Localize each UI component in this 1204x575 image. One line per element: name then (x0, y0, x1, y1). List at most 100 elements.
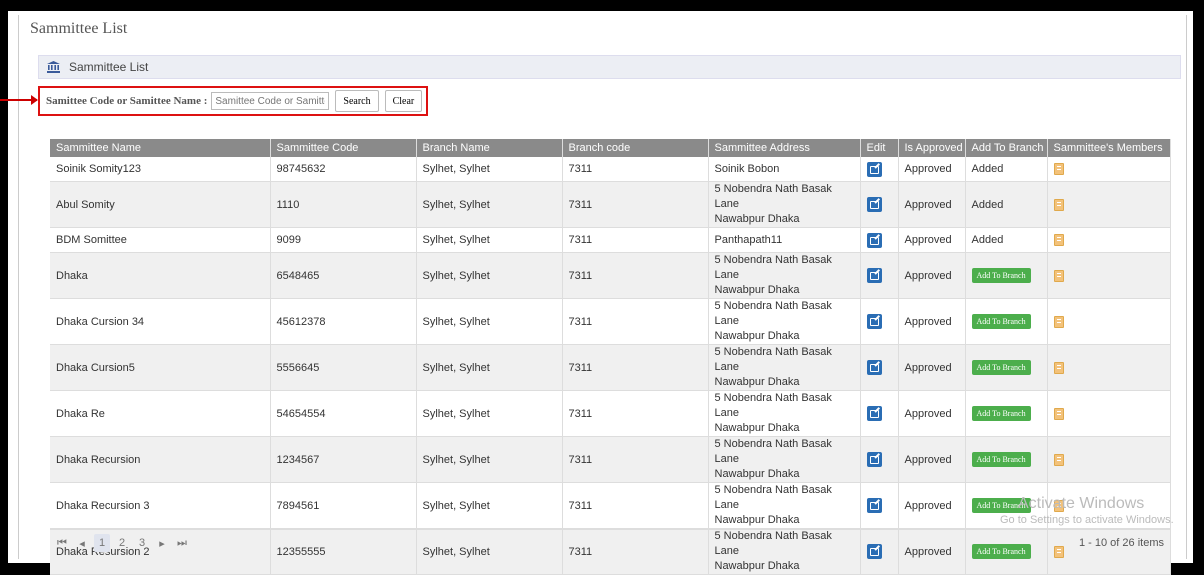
cell-name: Dhaka (50, 252, 271, 299)
address-line: Nawabpur Dhaka (714, 468, 800, 480)
cell-address: 5 Nobendra Nath Basak Lane Nawabpur Dhaka (708, 181, 861, 228)
next-page-icon[interactable]: ▸ (154, 534, 170, 552)
prev-page-icon[interactable]: ◂ (74, 534, 90, 552)
add-to-branch-button[interactable]: Add To Branch (971, 452, 1031, 467)
cell-name: Dhaka Cursion 34 (50, 298, 271, 345)
annotation-arrow-head (31, 95, 38, 105)
breadcrumb-label: Sammittee List (69, 60, 149, 74)
address-line: 5 Nobendra Nath Basak Lane (714, 300, 832, 327)
cell-edit (860, 181, 899, 228)
column-header[interactable]: Add To Branch (965, 139, 1048, 157)
search-input[interactable] (211, 92, 330, 110)
clipboard-icon[interactable] (1053, 269, 1064, 282)
address-line: 5 Nobendra Nath Basak Lane (714, 484, 832, 511)
column-header[interactable]: Edit (860, 139, 899, 157)
address-line: Panthapath11 (714, 233, 783, 246)
edit-icon[interactable] (866, 452, 882, 467)
last-page-icon[interactable]: ⏭ (174, 534, 190, 552)
page-link[interactable]: 2 (114, 534, 130, 552)
add-to-branch-button[interactable]: Add To Branch (971, 268, 1031, 283)
clipboard-icon[interactable] (1053, 315, 1064, 328)
cell-members (1047, 436, 1171, 483)
address-line: Nawabpur Dhaka (714, 213, 800, 225)
table-row: Dhaka Re 54654554 Sylhet, Sylhet 7311 5 … (50, 390, 1171, 437)
table-row: BDM Somittee 9099 Sylhet, Sylhet 7311 Pa… (50, 227, 1171, 253)
column-header[interactable]: Branch code (562, 139, 709, 157)
cell-members (1047, 227, 1171, 253)
address-line: Soinik Bobon (714, 162, 780, 175)
edit-icon[interactable] (866, 232, 882, 248)
edit-icon[interactable] (866, 406, 882, 421)
cell-approved: Approved (898, 436, 966, 483)
column-header[interactable]: Sammittee Code (270, 139, 417, 157)
clipboard-icon[interactable] (1053, 234, 1064, 247)
cell-approved: Approved (898, 227, 966, 253)
edit-icon[interactable] (866, 360, 882, 375)
clipboard-icon[interactable] (1053, 407, 1064, 420)
add-to-branch-button[interactable]: Add To Branch (971, 314, 1031, 329)
cell-edit (860, 390, 899, 437)
cell-branch-code: 7311 (562, 390, 709, 437)
first-page-icon[interactable]: ⏮ (54, 534, 70, 552)
cell-code: 1234567 (270, 436, 417, 483)
cell-edit (860, 252, 899, 299)
table-row: Abul Somity 1110 Sylhet, Sylhet 7311 5 N… (50, 181, 1171, 228)
added-status: Added (971, 198, 1004, 211)
address-line: Nawabpur Dhaka (714, 376, 800, 388)
cell-members (1047, 181, 1171, 228)
clipboard-icon[interactable] (1053, 198, 1064, 211)
cell-approved: Approved (898, 344, 966, 391)
edit-icon[interactable] (866, 161, 882, 177)
edit-icon[interactable] (866, 197, 882, 212)
cell-branch: Sylhet, Sylhet (416, 482, 563, 529)
cell-branch: Sylhet, Sylhet (416, 390, 563, 437)
edit-icon[interactable] (866, 498, 882, 513)
cell-approved: Approved (898, 298, 966, 345)
clipboard-icon[interactable] (1053, 163, 1064, 176)
search-label: Samittee Code or Samittee Name : (46, 95, 208, 107)
column-header[interactable]: Branch Name (416, 139, 563, 157)
table-row: Dhaka 6548465 Sylhet, Sylhet 7311 5 Nobe… (50, 252, 1171, 299)
edit-icon[interactable] (866, 314, 882, 329)
cell-code: 7894561 (270, 482, 417, 529)
address-line: 5 Nobendra Nath Basak Lane (714, 438, 832, 465)
clipboard-icon[interactable] (1053, 453, 1064, 466)
address-line: Nawabpur Dhaka (714, 422, 800, 434)
cell-code: 6548465 (270, 252, 417, 299)
windows-watermark-subtitle: Go to Settings to activate Windows. (1000, 514, 1174, 526)
clipboard-icon[interactable] (1053, 361, 1064, 374)
add-to-branch-button[interactable]: Add To Branch (971, 360, 1031, 375)
cell-members (1047, 344, 1171, 391)
pagination: ⏮ ◂ 1 2 3 ▸ ⏭ 1 - 10 of 26 items (50, 529, 1170, 556)
add-to-branch-button[interactable]: Add To Branch (971, 406, 1031, 421)
table-row: Dhaka Recursion 1234567 Sylhet, Sylhet 7… (50, 436, 1171, 483)
cell-code: 54654554 (270, 390, 417, 437)
cell-branch: Sylhet, Sylhet (416, 436, 563, 483)
cell-branch: Sylhet, Sylhet (416, 344, 563, 391)
column-header[interactable]: Is Approved (898, 139, 966, 157)
cell-branch-code: 7311 (562, 227, 709, 253)
cell-edit (860, 157, 899, 182)
clear-button[interactable]: Clear (384, 90, 423, 112)
cell-name: Abul Somity (50, 181, 271, 228)
cell-branch: Sylhet, Sylhet (416, 157, 563, 182)
cell-branch: Sylhet, Sylhet (416, 227, 563, 253)
cell-approved: Approved (898, 181, 966, 228)
cell-edit (860, 344, 899, 391)
table-row: Soinik Somity123 98745632 Sylhet, Sylhet… (50, 157, 1171, 182)
column-header[interactable]: Sammittee Name (50, 139, 271, 157)
cell-edit (860, 482, 899, 529)
column-header[interactable]: Sammittee's Members (1047, 139, 1171, 157)
cell-approved: Approved (898, 390, 966, 437)
edit-icon[interactable] (866, 268, 882, 283)
address-line: Nawabpur Dhaka (714, 284, 800, 296)
search-button[interactable]: Search (335, 90, 379, 112)
cell-edit (860, 298, 899, 345)
page-link[interactable]: 3 (134, 534, 150, 552)
cell-code: 98745632 (270, 157, 417, 182)
cell-approved: Approved (898, 157, 966, 182)
column-header[interactable]: Sammittee Address (708, 139, 861, 157)
bank-icon (45, 59, 61, 75)
cell-members (1047, 390, 1171, 437)
page-link-current[interactable]: 1 (94, 534, 110, 552)
